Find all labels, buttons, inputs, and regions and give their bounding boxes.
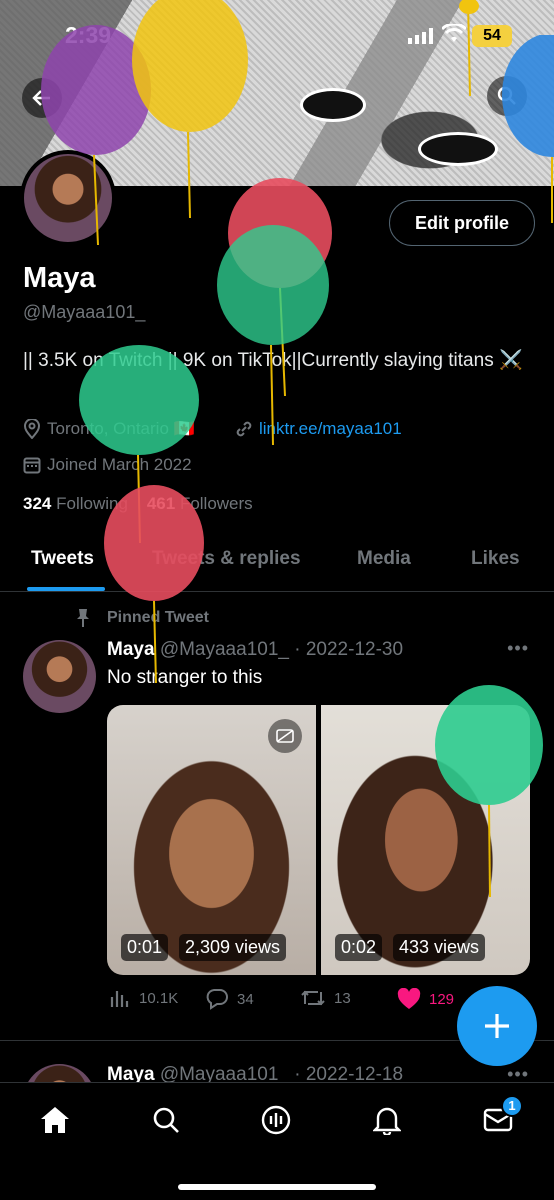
plus-icon [485, 1014, 509, 1038]
tweet-handle: @Mayaaa101_ [159, 1064, 289, 1084]
home-icon [41, 1107, 69, 1133]
profile-link[interactable]: linktr.ee/mayaa101 [235, 419, 402, 439]
wifi-icon [442, 24, 466, 42]
profile-name: Maya [23, 262, 96, 294]
location-text: Toronto, Ontario 🇨🇦 [47, 419, 195, 438]
messages-badge: 1 [501, 1095, 523, 1117]
location-pin-icon [23, 419, 41, 439]
tab-likes[interactable]: Likes [471, 548, 520, 570]
tweet-date: · 2022-12-30 [294, 639, 404, 660]
profile-handle: @Mayaaa101_ [23, 302, 146, 322]
status-time: 2:39 [65, 22, 112, 48]
profile-avatar[interactable] [20, 150, 116, 246]
video-views: 433 views [393, 934, 486, 961]
following-count: 324 [23, 494, 52, 513]
tweet-text: No stranger to this [107, 667, 263, 688]
back-button[interactable] [22, 78, 62, 118]
search-icon [497, 86, 516, 105]
reply-icon [206, 989, 228, 1010]
tab-media[interactable]: Media [357, 548, 411, 570]
nav-home[interactable] [38, 1103, 72, 1137]
spaces-microphone-icon [261, 1105, 291, 1135]
video-duration: 0:02 [335, 934, 383, 961]
retweet-icon [301, 990, 325, 1006]
banner-art-eye [418, 132, 498, 166]
tweet-date: · 2022-12-18 [294, 1064, 404, 1084]
retweet-count: 13 [334, 989, 351, 1007]
profile-location: Toronto, Ontario 🇨🇦 [23, 419, 195, 439]
tab-tweets[interactable]: Tweets [31, 548, 94, 570]
profile-bio: || 3.5K on Twitch || 9K on TikTok||Curre… [23, 350, 523, 371]
nav-spaces[interactable] [259, 1103, 293, 1137]
bottom-navigation: 1 [0, 1082, 554, 1200]
reply-action[interactable]: 34 [205, 988, 254, 1010]
pinned-label: Pinned Tweet [107, 609, 209, 626]
link-text[interactable]: linktr.ee/mayaa101 [259, 419, 402, 439]
compose-tweet-button[interactable] [457, 986, 537, 1066]
pin-icon [77, 609, 89, 627]
tab-tweets-replies[interactable]: Tweets & replies [152, 548, 301, 570]
profile-tabs: Tweets Tweets & replies Media Likes [0, 540, 554, 592]
joined-text: Joined March 2022 [47, 455, 192, 474]
balloon-green [217, 225, 329, 446]
caption-off-icon[interactable] [268, 719, 302, 753]
retweet-action[interactable]: 13 [300, 988, 351, 1008]
reply-count: 34 [237, 990, 254, 1008]
back-arrow-icon [32, 90, 50, 106]
link-icon [236, 421, 252, 437]
followers-count: 461 [146, 494, 176, 513]
video-views: 2,309 views [179, 934, 287, 961]
profile-joined: Joined March 2022 [23, 455, 192, 475]
following-link[interactable]: 324 Following [23, 494, 128, 513]
follow-stats: 324 Following 461 Followers [23, 494, 253, 514]
tweet-avatar[interactable] [23, 640, 96, 713]
tweet-more-icon[interactable]: ••• [507, 638, 529, 659]
views-action[interactable]: 10.1K [109, 988, 178, 1008]
like-count: 129 [429, 990, 455, 1008]
like-action[interactable]: 129 [397, 988, 454, 1010]
active-tab-indicator [27, 587, 105, 591]
edit-profile-button[interactable]: Edit profile [389, 200, 535, 246]
video-duration: 0:01 [121, 934, 169, 961]
followers-label: Followers [179, 494, 253, 513]
search-icon [153, 1107, 179, 1133]
analytics-icon [110, 991, 129, 1007]
nav-notifications[interactable] [370, 1103, 404, 1137]
tweet-video-2[interactable]: 0:02 433 views [321, 705, 530, 975]
tweet-handle: @Mayaaa101_ [159, 639, 289, 660]
followers-link[interactable]: 461 Followers [147, 494, 253, 513]
tweet-video-1[interactable]: 0:01 2,309 views [107, 705, 316, 975]
calendar-icon [23, 457, 41, 474]
home-indicator [178, 1184, 376, 1190]
tweet-header: Maya @Mayaaa101_ · 2022-12-18 [107, 1064, 403, 1084]
status-bar: 2:39 54 [0, 0, 554, 70]
nav-search[interactable] [149, 1103, 183, 1137]
banner-art-eye [300, 88, 366, 122]
signal-icon [408, 28, 433, 44]
tweet-header: Maya @Mayaaa101_ · 2022-12-30 [107, 639, 403, 661]
search-button[interactable] [487, 76, 527, 116]
tweet-author[interactable]: Maya [107, 1064, 155, 1084]
heart-icon [397, 988, 421, 1009]
bell-icon [373, 1107, 401, 1135]
balloon-green [79, 345, 199, 544]
views-count: 10.1K [139, 989, 179, 1007]
tweet-author[interactable]: Maya [107, 639, 155, 660]
following-label: Following [56, 494, 128, 513]
nav-messages[interactable]: 1 [481, 1095, 523, 1137]
battery-indicator: 54 [472, 25, 512, 47]
